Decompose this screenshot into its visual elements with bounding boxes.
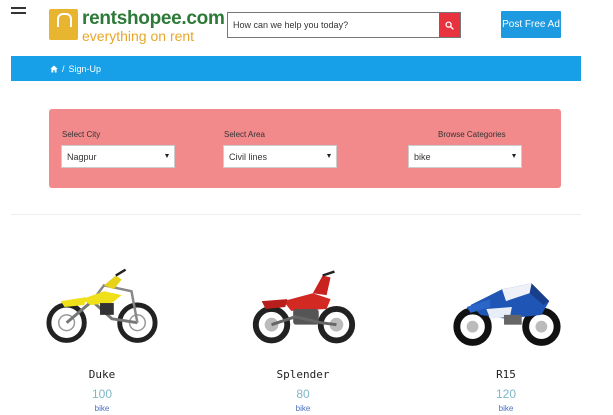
logo-text: rentshopee.com everything on rent [82,9,225,43]
breadcrumb-current: Sign-Up [68,64,102,74]
chevron-down-icon [165,154,169,158]
shopping-bag-icon [49,9,78,40]
home-icon[interactable] [50,65,58,73]
logo-name: rentshopee.com [82,8,225,29]
city-label: Select City [62,130,101,139]
search-button[interactable] [439,13,460,37]
filter-panel: Select City Nagpur Select Area Civil lin… [49,109,561,188]
product-price: 120 [495,387,517,401]
search-input[interactable] [228,13,440,37]
product-name[interactable]: R15 [441,368,571,381]
section-divider [11,214,581,215]
product-name[interactable]: Splender [238,368,368,381]
area-select-value: Civil lines [229,151,268,162]
dirt-bike-image[interactable] [43,258,161,354]
product-price: 100 [91,387,113,401]
product-category: bike [94,404,110,413]
city-select[interactable]: Nagpur [61,145,175,168]
search-icon [445,20,454,30]
category-select[interactable]: bike [408,145,522,168]
red-motorcycle-image[interactable] [244,258,362,354]
sport-bike-image[interactable] [447,258,565,354]
product-price: 80 [296,387,310,401]
product-name[interactable]: Duke [37,368,167,381]
hamburger-menu-icon[interactable] [11,7,26,19]
area-select[interactable]: Civil lines [223,145,337,168]
product-category: bike [295,404,311,413]
city-select-value: Nagpur [67,151,97,162]
product-card[interactable]: Splender 80 bike [238,258,368,413]
breadcrumb: / Sign-Up [50,64,101,74]
chevron-down-icon [327,154,331,158]
search-bar [227,12,461,38]
breadcrumb-separator: / [62,64,65,74]
product-card[interactable]: R15 120 bike [441,258,571,413]
product-category: bike [498,404,514,413]
breadcrumb-bar: / Sign-Up [11,56,581,81]
post-free-ad-button[interactable]: Post Free Ad [501,11,561,38]
category-select-value: bike [414,151,431,162]
product-card[interactable]: Duke 100 bike [37,258,167,413]
category-label: Browse Categories [438,130,506,139]
area-label: Select Area [224,130,265,139]
logo-tagline: everything on rent [82,28,195,44]
site-logo[interactable]: rentshopee.com everything on rent [49,9,225,43]
chevron-down-icon [512,154,516,158]
